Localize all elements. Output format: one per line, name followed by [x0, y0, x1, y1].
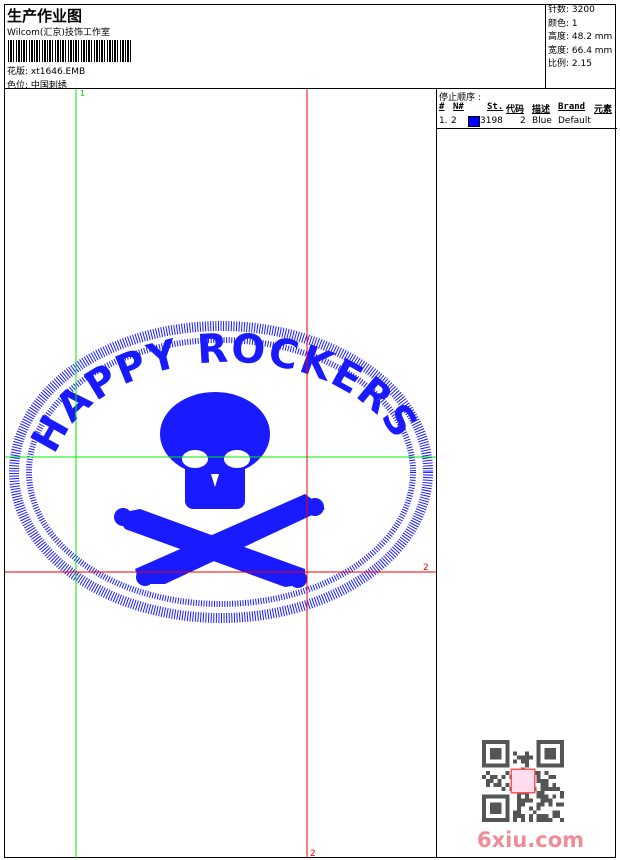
guide-label-v2: 2: [310, 849, 316, 858]
row-code: 2: [520, 116, 526, 126]
row-brand: Default: [558, 116, 591, 126]
stitch-count: 针数: 3200: [548, 5, 595, 15]
design-info: 针数: 3200 颜色: 1 高度: 48.2 mm 宽度: 66.4 mm 比…: [545, 4, 616, 88]
color-swatch: [468, 116, 480, 127]
design-value: xt1646.EMB: [30, 67, 86, 77]
color-count: 颜色: 1: [548, 18, 578, 29]
qr-code: [482, 740, 564, 822]
guide-label-1: 1: [80, 89, 85, 98]
col-stitches: St.: [487, 102, 504, 112]
skull-icon: [114, 392, 325, 588]
design-canvas: HAPPY ROCKERS 1 2 2: [5, 89, 436, 858]
design-scale: 比例: 2.15: [548, 59, 592, 69]
col-brand: Brand: [558, 102, 586, 112]
design-label: 花版:: [7, 67, 29, 77]
col-code: 代码: [506, 105, 525, 115]
row-index: 1.: [439, 116, 448, 126]
col-index: #: [439, 102, 445, 112]
page-title: 生产作业图: [7, 7, 83, 25]
header: 生产作业图 Wilcom(汇京)技饰工作室 花版: xt1646.EMB 色位:…: [4, 4, 616, 91]
table-row: 1. 2 3198 2 Blue Default: [437, 115, 617, 129]
row-needle: 2: [451, 116, 457, 126]
seal-stamp: [510, 768, 536, 794]
company-name: Wilcom(汇京)技饰工作室: [7, 28, 110, 38]
col-needle: N#: [453, 102, 464, 112]
col-description: 描述: [532, 105, 551, 115]
design-file: 花版: xt1646.EMB: [7, 64, 85, 77]
watermark: 6xiu.com: [477, 828, 585, 852]
design-width: 宽度: 66.4 mm: [548, 45, 613, 56]
row-stitches: 3198: [480, 116, 503, 126]
col-element: 元素: [594, 105, 613, 115]
row-description: Blue: [532, 116, 552, 126]
barcode: [8, 40, 132, 62]
guide-label-h2: 2: [423, 563, 429, 573]
design-height: 高度: 48.2 mm: [548, 32, 613, 42]
